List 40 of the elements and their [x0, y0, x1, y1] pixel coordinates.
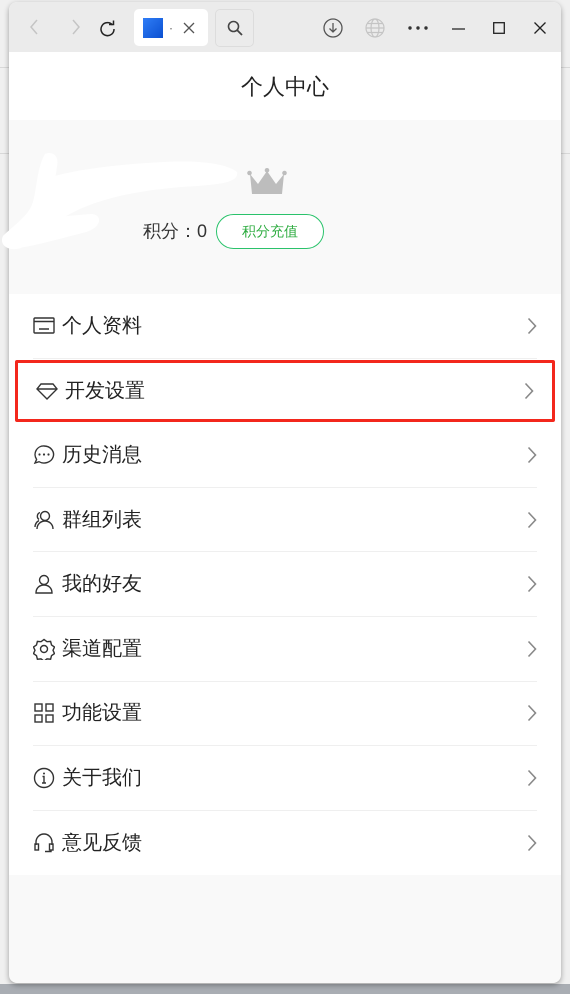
browser-tab[interactable]: ·	[134, 9, 208, 46]
minimize-icon[interactable]	[452, 28, 465, 30]
chevron-right-icon	[527, 510, 537, 529]
headset-icon	[33, 832, 55, 854]
menu-item[interactable]: 功能设置	[33, 682, 537, 746]
info-icon	[33, 766, 55, 789]
menu-item[interactable]: 群组列表	[33, 488, 537, 552]
menu-item[interactable]: 开发设置	[15, 360, 555, 422]
page-title: 个人中心	[241, 72, 329, 100]
site-logo-icon	[143, 18, 163, 38]
reload-icon[interactable]	[99, 20, 116, 37]
tab-title: ·	[169, 20, 173, 36]
menu-item[interactable]: 历史消息	[33, 423, 537, 488]
close-icon[interactable]	[534, 22, 546, 34]
maximize-icon[interactable]	[493, 22, 505, 34]
chevron-right-icon	[527, 834, 537, 852]
settings-icon	[33, 638, 55, 660]
chevron-right-icon	[527, 768, 537, 787]
menu-item[interactable]: 渠道配置	[33, 616, 537, 682]
search-button[interactable]	[215, 9, 254, 47]
close-tab-icon[interactable]	[183, 22, 195, 34]
grid-icon	[33, 702, 55, 724]
menu-item[interactable]: 我的好友	[33, 552, 537, 617]
chevron-right-icon	[524, 382, 534, 400]
chevron-right-icon	[527, 704, 537, 722]
chevron-right-icon	[527, 575, 537, 594]
search-icon	[226, 20, 242, 36]
menu-item[interactable]: 意见反馈	[33, 810, 537, 876]
chevron-right-icon	[527, 640, 537, 658]
chevron-right-icon	[527, 446, 537, 464]
people-icon	[33, 508, 55, 531]
person-icon	[33, 573, 55, 596]
chevron-right-icon	[527, 316, 537, 335]
download-icon[interactable]	[323, 18, 343, 38]
chat-icon	[33, 444, 55, 466]
menu-item[interactable]: 个人资料	[33, 294, 537, 359]
crown-icon	[247, 168, 287, 196]
menu-item[interactable]: 关于我们	[33, 746, 537, 811]
more-icon[interactable]	[408, 26, 428, 30]
points-text: 积分：0	[143, 220, 208, 243]
